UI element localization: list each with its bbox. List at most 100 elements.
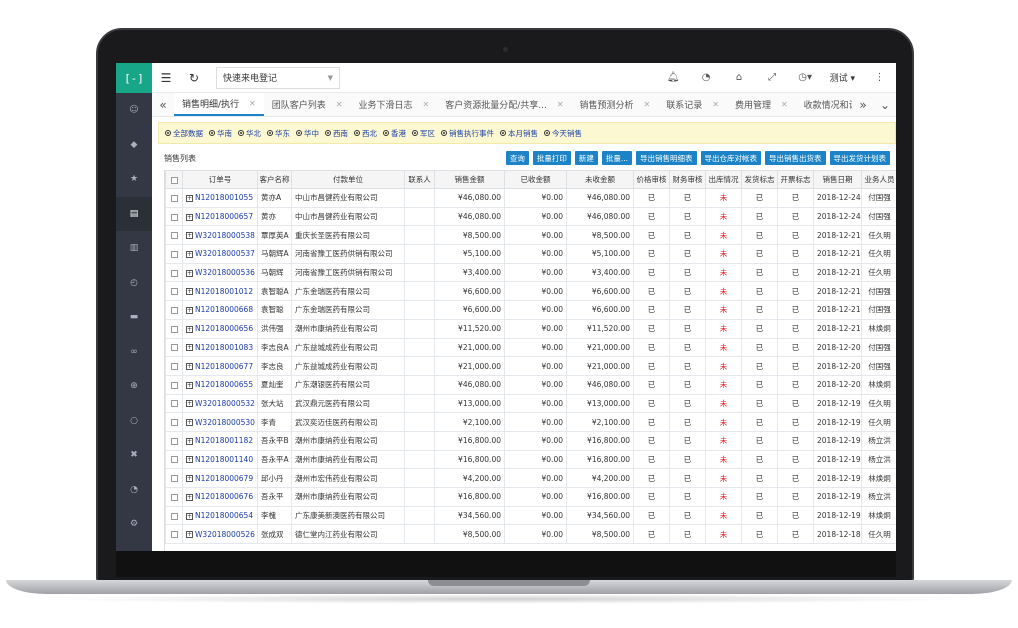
row-checkbox-cell[interactable]: [165, 262, 183, 283]
expand-icon[interactable]: +: [186, 288, 193, 296]
filter-option[interactable]: 西北: [354, 128, 377, 139]
row-checkbox-cell[interactable]: [165, 337, 183, 358]
row-checkbox-cell[interactable]: [165, 300, 183, 320]
row-checkbox-cell[interactable]: [165, 188, 183, 208]
checkbox[interactable]: [170, 493, 178, 501]
row-checkbox-cell[interactable]: [165, 430, 183, 451]
filter-option[interactable]: 西南: [325, 128, 348, 139]
more-icon[interactable]: ⋮: [863, 72, 896, 83]
table-row[interactable]: + N12018001182 吾永平B 潮州市康纳药业有限公司 ¥16,800.00 ¥0…: [165, 430, 896, 451]
filter-option[interactable]: 本月销售: [500, 128, 538, 139]
order-number-link[interactable]: + W32018000526: [182, 524, 258, 545]
refresh-icon[interactable]: ↻: [180, 71, 208, 85]
checkbox[interactable]: [170, 344, 178, 352]
expand-icon[interactable]: +: [186, 232, 193, 240]
tab-item[interactable]: 费用管理 ✕: [727, 93, 796, 116]
action-button[interactable]: 导出销售出货表: [765, 151, 826, 165]
expand-icon[interactable]: +: [186, 194, 193, 202]
filter-option[interactable]: 军区: [412, 128, 435, 139]
filter-option[interactable]: 华东: [267, 128, 290, 139]
expand-icon[interactable]: +: [186, 269, 193, 277]
row-checkbox-cell[interactable]: [165, 281, 183, 302]
table-row[interactable]: + W32018000538 覃厚英A 重庆长圣医药有限公司 ¥8,500.00 ¥0.0…: [165, 225, 896, 246]
filter-option[interactable]: 全部数据: [165, 128, 203, 139]
row-checkbox-cell[interactable]: [165, 225, 183, 246]
row-checkbox-cell[interactable]: [165, 468, 183, 488]
expand-icon[interactable]: +: [186, 363, 193, 371]
order-number-link[interactable]: + W32018000538: [182, 225, 258, 246]
order-number-link[interactable]: + N12018001140: [182, 449, 258, 470]
table-row[interactable]: + N12018001083 李志良A 广东益城成药业有限公司 ¥21,000.00 ¥0…: [165, 337, 896, 358]
filter-option[interactable]: 香港: [383, 128, 406, 139]
action-button[interactable]: 新建: [574, 151, 598, 165]
expand-icon[interactable]: +: [186, 325, 193, 333]
filter-option[interactable]: 销售执行事件: [441, 128, 494, 139]
close-icon[interactable]: ✕: [336, 100, 343, 109]
checkbox[interactable]: [170, 232, 178, 240]
table-row[interactable]: + N12018000668 袁智聪 广东金瑞医药有限公司 ¥6,600.00 ¥0.00…: [165, 300, 896, 320]
tab-scroll-right-icon[interactable]: »: [852, 93, 874, 116]
sidebar-item-chart[interactable]: ▥: [116, 231, 152, 266]
table-row[interactable]: + N12018000656 洪伟强 潮州市康纳药业有限公司 ¥11,520.00 ¥0.…: [165, 318, 896, 339]
expand-icon[interactable]: +: [186, 344, 193, 352]
action-button[interactable]: 批量打印: [532, 151, 571, 165]
order-number-link[interactable]: + W32018000537: [182, 244, 258, 264]
expand-icon[interactable]: ⤢: [756, 72, 789, 83]
quick-select-dropdown[interactable]: 快速来电登记 ▼: [216, 66, 340, 89]
table-row[interactable]: + N12018001012 袁智聪A 广东金瑞医药有限公司 ¥6,600.00 ¥0.0…: [165, 281, 896, 302]
order-number-link[interactable]: + W32018000536: [182, 262, 258, 283]
order-number-link[interactable]: + N12018001055: [182, 188, 258, 208]
sidebar-item-link[interactable]: ∞: [116, 335, 152, 370]
checkbox[interactable]: [170, 250, 178, 258]
table-row[interactable]: + N12018000679 邱小丹 潮州市宏伟药业有限公司 ¥4,200.00 ¥0.0…: [165, 468, 896, 488]
expand-icon[interactable]: +: [186, 400, 193, 408]
checkbox[interactable]: [170, 381, 178, 389]
bell-icon[interactable]: 🔔︎: [657, 72, 690, 83]
sidebar-item-gauge[interactable]: ◔: [116, 473, 152, 508]
tab-item[interactable]: 销售预测分析 ✕: [572, 93, 659, 116]
palette-icon[interactable]: ◔: [690, 72, 723, 83]
table-row[interactable]: + W32018000537 马朝辉A 河南省豫工医药供销有限公司 ¥5,100.00 ¥…: [165, 244, 896, 264]
tag-icon[interactable]: ⌂: [723, 72, 756, 83]
expand-icon[interactable]: +: [186, 306, 193, 314]
filter-option[interactable]: 今天销售: [544, 128, 582, 139]
table-row[interactable]: + N12018000677 李志良 广东益城成药业有限公司 ¥21,000.00 ¥0.…: [165, 356, 896, 376]
checkbox[interactable]: [170, 437, 178, 445]
row-checkbox-cell[interactable]: [165, 318, 183, 339]
table-row[interactable]: + W32018000526 张成双 德仁堂内江药业有限公司 ¥8,500.00 ¥0.0…: [165, 524, 896, 545]
row-checkbox-cell[interactable]: [165, 244, 183, 264]
table-row[interactable]: + N12018001055 黄亦A 中山市昌健药业有限公司 ¥46,080.00 ¥0.…: [165, 188, 896, 208]
checkbox[interactable]: [170, 213, 178, 221]
checkbox[interactable]: [170, 456, 178, 464]
order-number-link[interactable]: + N12018000677: [182, 356, 258, 376]
expand-icon[interactable]: +: [186, 437, 193, 445]
sidebar-item-plus-circle[interactable]: ⊕: [116, 369, 152, 404]
close-icon[interactable]: ✕: [422, 100, 429, 109]
table-row[interactable]: + N12018001140 吾永平A 潮州市康纳药业有限公司 ¥16,800.00 ¥0…: [165, 449, 896, 470]
checkbox[interactable]: [170, 194, 178, 202]
expand-icon[interactable]: +: [186, 475, 193, 483]
sidebar-item-settings[interactable]: ⚙: [116, 507, 152, 542]
expand-icon[interactable]: +: [186, 493, 193, 501]
clock-dropdown-icon[interactable]: ◷▾: [789, 72, 822, 83]
user-menu[interactable]: 测试 ▾: [822, 71, 863, 84]
checkbox[interactable]: [170, 363, 178, 371]
checkbox[interactable]: [170, 419, 178, 427]
select-all-checkbox-cell[interactable]: [165, 170, 183, 189]
filter-option[interactable]: 华中: [296, 128, 319, 139]
close-icon[interactable]: ✕: [781, 100, 788, 109]
row-checkbox-cell[interactable]: [165, 393, 183, 414]
menu-toggle-icon[interactable]: ☰: [152, 71, 180, 85]
expand-icon[interactable]: +: [186, 531, 193, 539]
tab-item[interactable]: 业务下滑日志 ✕: [350, 93, 437, 116]
tab-item[interactable]: 联系记录 ✕: [658, 93, 727, 116]
checkbox[interactable]: [170, 288, 178, 296]
row-checkbox-cell[interactable]: [165, 356, 183, 376]
order-number-link[interactable]: + N12018000657: [182, 206, 258, 227]
tab-item[interactable]: 团队客户列表 ✕: [264, 93, 351, 116]
action-button[interactable]: 查询: [505, 151, 529, 165]
row-checkbox-cell[interactable]: [165, 505, 183, 526]
table-row[interactable]: + N12018000655 夏灿奎 广东潮银医药有限公司 ¥46,080.00 ¥0.0…: [165, 374, 896, 395]
close-icon[interactable]: ✕: [644, 100, 651, 109]
order-number-link[interactable]: + N12018000679: [182, 468, 258, 488]
